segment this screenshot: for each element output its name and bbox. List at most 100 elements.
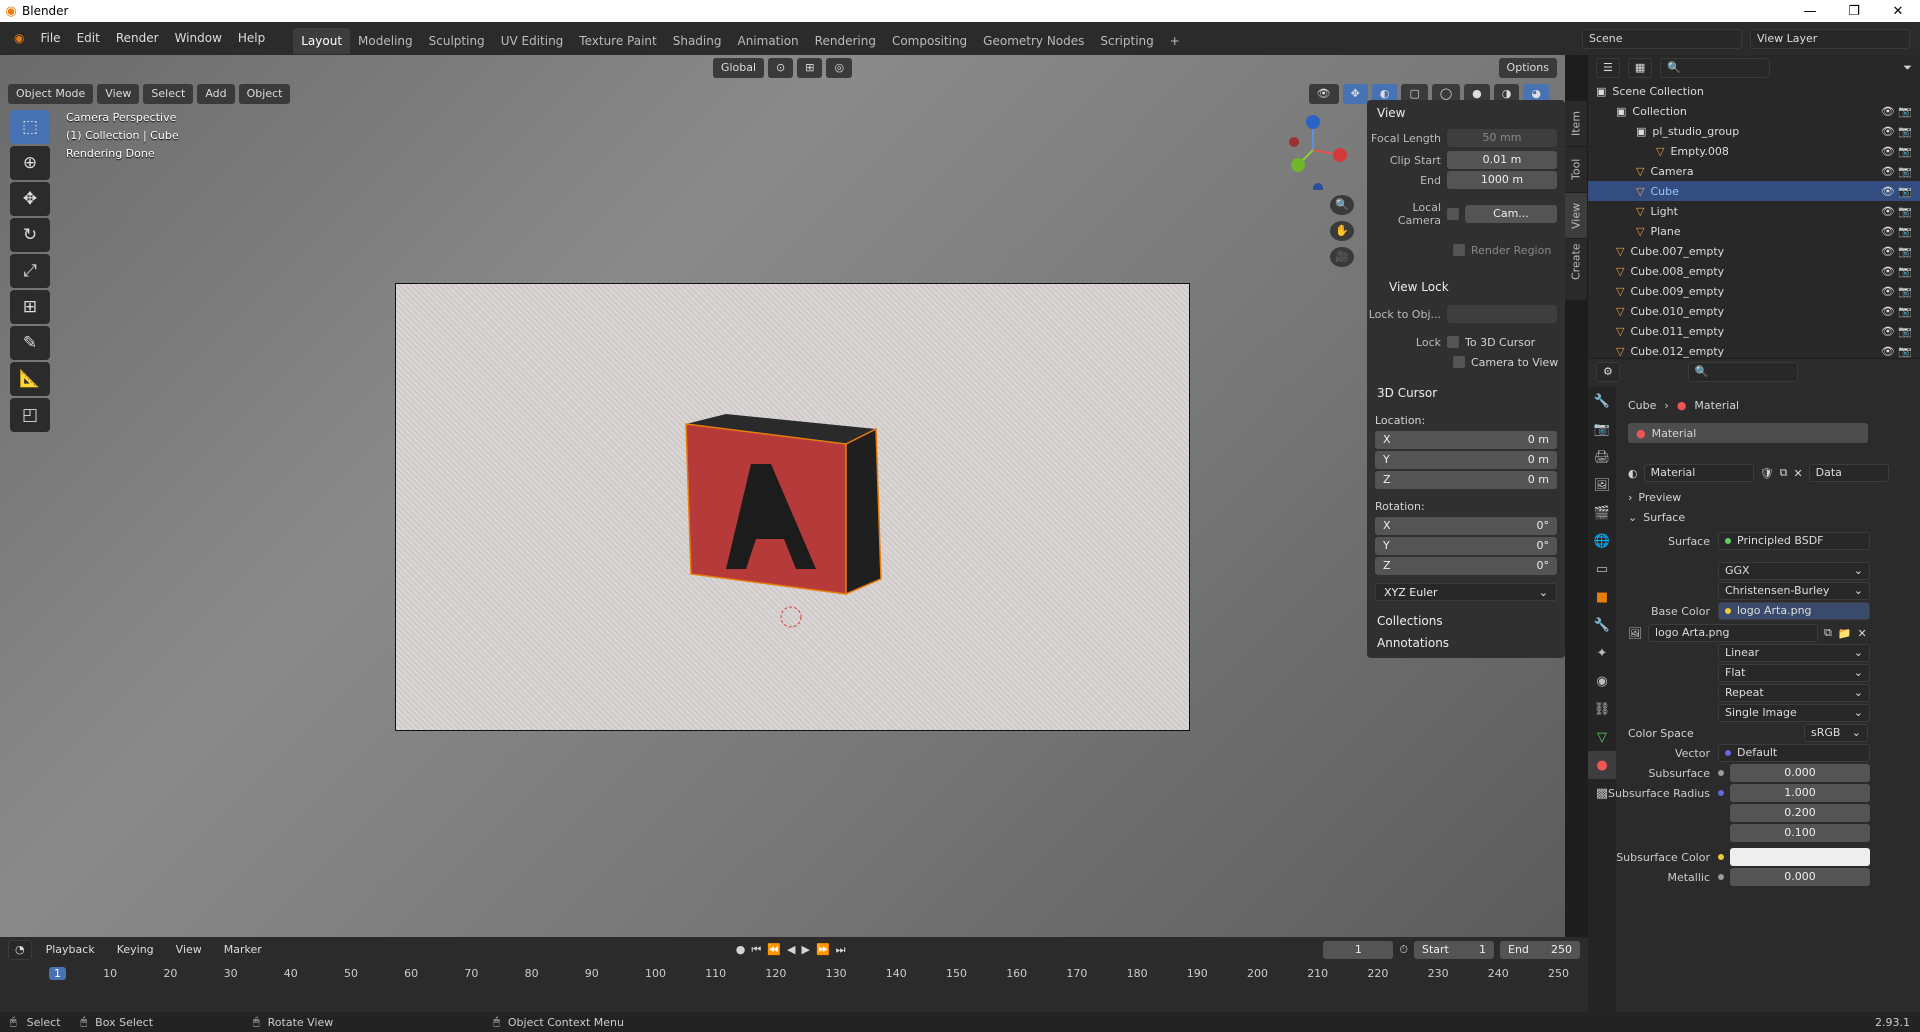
tab-view[interactable]: View [1565,192,1587,238]
clip-start-field[interactable]: 0.01 m [1447,151,1557,169]
color-space-dropdown[interactable]: sRGB ⌄ [1804,724,1868,742]
workspace-tab-sculpting[interactable]: Sculpting [421,28,493,54]
collection-tab-icon[interactable]: ▭ [1588,555,1616,583]
editor-type-icon[interactable]: ☰ [1596,58,1620,78]
subsurface-radius-y[interactable]: 0.200 [1730,804,1870,822]
workspace-tab-texture-paint[interactable]: Texture Paint [571,28,664,54]
material-browse-icon[interactable]: ◐ [1628,467,1638,480]
outliner-row[interactable]: ▽ Cube.012_empty 👁 📷 [1588,341,1920,361]
view-lock-header[interactable]: View Lock [1367,274,1449,300]
annotations-header[interactable]: Annotations [1367,630,1449,656]
vector-field[interactable]: Default [1718,744,1870,762]
unlink-image-icon[interactable]: ✕ [1858,627,1867,640]
visibility-toggle-icons[interactable]: 👁 📷 [1881,285,1912,298]
options-dropdown[interactable]: Options [1498,58,1557,78]
viewport-menu-add[interactable]: Add [197,84,235,104]
outliner-row[interactable]: ▣ pl_studio_group 👁 📷 [1588,121,1920,141]
outliner-row[interactable]: ▽ Cube.011_empty 👁 📷 [1588,321,1920,341]
visibility-toggle-icons[interactable]: 👁 📷 [1881,245,1912,258]
subsurface-color-swatch[interactable] [1730,848,1870,866]
properties-search-input[interactable]: 🔍 [1687,362,1798,382]
subsurface-method-dropdown[interactable]: Christensen-Burley ⌄ [1718,582,1870,600]
snap-icon[interactable]: ⊞ [797,58,823,78]
zoom-icon[interactable]: 🔍 [1330,195,1354,215]
local-camera-checkbox[interactable] [1447,208,1459,220]
new-material-icon[interactable]: ⧉ [1780,466,1788,480]
link-data-dropdown[interactable]: Data [1808,464,1889,482]
scale-tool-icon[interactable]: ⤢ [10,254,50,288]
menu-edit[interactable]: Edit [69,22,108,55]
surface-section-header[interactable]: Surface [1643,511,1685,524]
cursor-location-y[interactable]: Y0 m [1375,451,1557,469]
scene-tab-icon[interactable]: 🎬 [1588,499,1616,527]
fake-user-icon[interactable]: 🛡 [1760,467,1774,480]
proportional-edit-icon[interactable]: ◎ [826,58,853,78]
outliner-row[interactable]: ▽ Cube.010_empty 👁 📷 [1588,301,1920,321]
annotate-tool-icon[interactable]: ✎ [10,326,50,360]
lock-to-cursor-checkbox[interactable] [1447,336,1459,348]
cursor-rotation-x[interactable]: X 0° [1375,517,1557,535]
visibility-toggle-icons[interactable]: 👁 📷 [1881,145,1912,158]
constraints-tab-icon[interactable]: ⛓ [1588,695,1616,723]
physics-tab-icon[interactable]: ◉ [1588,667,1616,695]
add-workspace-icon[interactable]: + [1162,28,1188,54]
viewport-menu-object[interactable]: Object [238,84,291,104]
interpolation-dropdown[interactable]: Linear ⌄ [1718,644,1870,662]
local-camera-field[interactable]: Cam... [1465,205,1557,223]
lock-to-object-field[interactable] [1447,305,1557,323]
workspace-tab-animation[interactable]: Animation [729,28,806,54]
pivot-icon[interactable]: ⊙ [768,58,794,78]
menu-file[interactable]: File [32,22,68,55]
subsurface-radius-x[interactable]: 1.000 [1730,784,1870,802]
viewport-menu-select[interactable]: Select [143,84,194,104]
new-image-icon[interactable]: ⧉ [1824,626,1832,640]
outliner-row[interactable]: ▽ Camera 👁 📷 [1588,161,1920,181]
base-color-texture-field[interactable]: logo Arta.png [1718,602,1870,620]
distribution-dropdown[interactable]: GGX ⌄ [1718,562,1870,580]
focal-length-field[interactable]: 50 mm [1447,129,1557,147]
visibility-toggle-icons[interactable]: 👁 📷 [1881,265,1912,278]
cursor-location-z[interactable]: Z0 m [1375,471,1557,489]
surface-shader-field[interactable]: Principled BSDF [1718,532,1870,550]
workspace-tab-layout[interactable]: Layout [293,27,351,54]
image-name-field[interactable]: logo Arta.png [1647,624,1818,642]
measure-tool-icon[interactable]: 📐 [10,362,50,396]
visibility-toggle-icons[interactable]: 👁 📷 [1881,165,1912,178]
camera-view-icon[interactable]: 🎥 [1330,247,1354,267]
transform-tool-icon[interactable]: ⊞ [10,290,50,324]
viewport-menu-view[interactable]: View [97,84,140,104]
outliner-row[interactable]: ▣ Collection 👁 📷 [1588,101,1920,121]
cursor-rotation-z[interactable]: Z 0° [1375,557,1557,575]
outliner-row[interactable]: ▽ Empty.008 👁 📷 [1588,141,1920,161]
workspace-tab-modeling[interactable]: Modeling [350,28,421,54]
cursor-rotation-y[interactable]: Y 0° [1375,537,1557,555]
display-mode-icon[interactable]: ▦ [1627,58,1653,78]
tab-create[interactable]: Create [1565,238,1587,284]
view-section-header[interactable]: View [1367,100,1565,126]
metallic-field[interactable]: 0.000 [1730,868,1870,886]
workspace-tab-compositing[interactable]: Compositing [884,28,975,54]
menu-window[interactable]: Window [167,22,230,55]
visibility-toggle-icons[interactable]: 👁 📷 [1881,205,1912,218]
gizmo-icon[interactable]: ✥ [1342,84,1368,104]
transform-orientation-dropdown[interactable]: Global [712,58,765,78]
view-layer-tab-icon[interactable]: 🖼 [1588,471,1616,499]
visibility-toggle-icons[interactable]: 👁 📷 [1881,305,1912,318]
pan-hand-icon[interactable]: ✋ [1330,221,1354,241]
source-dropdown[interactable]: Single Image ⌄ [1718,704,1870,722]
cursor-location-x[interactable]: X0 m [1375,431,1557,449]
visibility-toggle-icons[interactable]: 👁 📷 [1881,325,1912,338]
menu-help[interactable]: Help [230,22,273,55]
workspace-tab-uv-editing[interactable]: UV Editing [493,28,572,54]
particles-tab-icon[interactable]: ✦ [1588,639,1616,667]
outliner-search-input[interactable]: 🔍 [1660,58,1771,78]
projection-dropdown[interactable]: Flat ⌄ [1718,664,1870,682]
subsurface-field[interactable]: 0.000 [1730,764,1870,782]
workspace-tab-scripting[interactable]: Scripting [1092,28,1161,54]
extension-dropdown[interactable]: Repeat ⌄ [1718,684,1870,702]
filter-icon[interactable]: ⏷ [1903,61,1912,75]
outliner-row[interactable]: ▽ Light 👁 📷 [1588,201,1920,221]
workspace-tab-geometry-nodes[interactable]: Geometry Nodes [975,28,1092,54]
outliner-row[interactable]: ▣ Scene Collection [1588,81,1920,101]
workspace-tab-rendering[interactable]: Rendering [807,28,884,54]
